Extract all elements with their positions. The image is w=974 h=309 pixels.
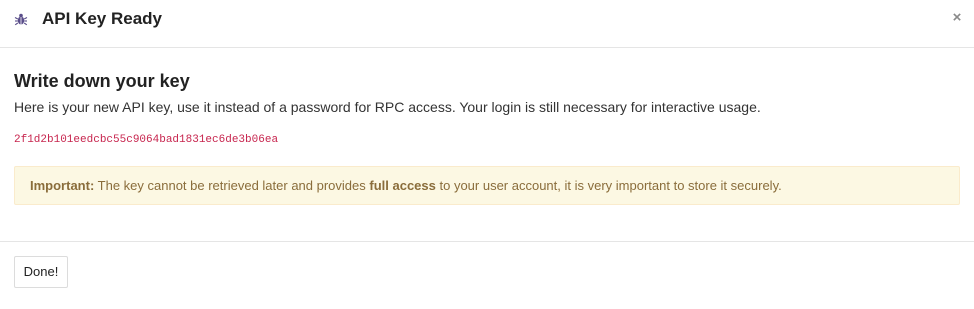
done-button[interactable]: Done!: [14, 256, 68, 288]
bug-icon: [14, 12, 28, 26]
dialog-header: API Key Ready ×: [0, 0, 974, 48]
description-text: Here is your new API key, use it instead…: [14, 99, 761, 115]
api-key-value: 2f1d2b101eedcbc55c9064bad1831ec6de3b06ea: [14, 134, 279, 146]
alert-text-before: The key cannot be retrieved later and pr…: [94, 178, 370, 193]
warning-alert: Important: The key cannot be retrieved l…: [14, 166, 960, 205]
alert-emphasis: full access: [369, 178, 436, 193]
alert-label: Important:: [30, 178, 95, 193]
alert-text-after: to your user account, it is very importa…: [435, 178, 782, 193]
close-icon[interactable]: ×: [950, 10, 964, 26]
api-key-dialog: API Key Ready × Write down your key Here…: [0, 0, 974, 309]
section-heading: Write down your key: [14, 71, 190, 91]
dialog-title: API Key Ready: [42, 9, 162, 28]
dialog-footer-divider: [0, 241, 974, 242]
